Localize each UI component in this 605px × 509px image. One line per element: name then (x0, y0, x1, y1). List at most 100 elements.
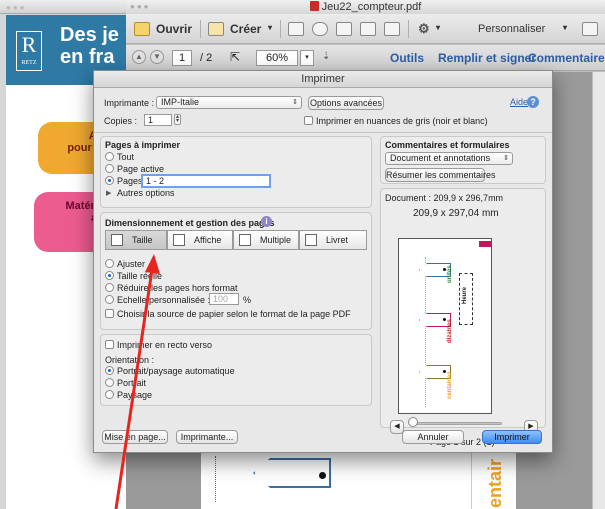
pdf-page: entair (201, 450, 516, 509)
gear-icon[interactable]: ⚙ (418, 21, 430, 37)
fill-sign-link[interactable]: Remplir et signer (438, 51, 536, 65)
save-icon[interactable] (288, 22, 304, 36)
grayscale-label: Imprimer en nuances de gris (noir et bla… (316, 116, 488, 126)
paper-source-checkbox[interactable] (105, 309, 114, 318)
actual-size-radio[interactable] (105, 271, 114, 280)
cancel-button[interactable]: Annuler (402, 430, 464, 444)
all-pages-radio[interactable] (105, 152, 114, 161)
expand-icon[interactable] (582, 22, 598, 36)
duplex-checkbox[interactable] (105, 340, 114, 349)
tab-booklet-label: Livret (326, 235, 349, 245)
print-icon[interactable] (336, 22, 352, 36)
comment-link[interactable]: Commentaire (528, 51, 605, 65)
preview-word-tens: dizaines (447, 319, 453, 343)
fit-radio[interactable] (105, 259, 114, 268)
zoom-dropdown-icon[interactable]: ▾ (300, 50, 314, 66)
summarize-comments-button[interactable]: Résumer les commentaires (385, 168, 496, 182)
create-button[interactable]: Créer (230, 22, 261, 36)
fit-label: Ajuster (117, 259, 146, 269)
next-page-icon[interactable]: ▼ (150, 50, 164, 64)
advanced-options-button[interactable]: Options avancées (308, 96, 384, 110)
copies-label: Copies : (104, 116, 138, 126)
retz-logo[interactable]: RETZ (16, 31, 42, 71)
tab-booklet[interactable]: Livret (299, 230, 367, 250)
tab-size-label: Taille (132, 235, 153, 245)
customize-button[interactable]: Personnaliser (478, 23, 545, 35)
grayscale-checkbox[interactable] (304, 116, 313, 125)
paper-source-label: Choisir la source de papier selon le for… (117, 309, 351, 319)
tools-link[interactable]: Outils (390, 51, 424, 65)
mail-icon[interactable] (384, 22, 400, 36)
chevron-down-icon[interactable]: ▾ (563, 23, 567, 32)
preview-slider-knob[interactable] (408, 417, 418, 427)
auto-orientation-label: Portrait/paysage automatique (117, 366, 235, 376)
page-word: entair (485, 458, 505, 508)
tab-poster[interactable]: Affiche (167, 230, 233, 250)
portrait-radio[interactable] (105, 378, 114, 387)
landscape-label: Paysage (117, 390, 153, 400)
pages-range-radio[interactable] (105, 176, 114, 185)
document-title: Jeu22_compteur.pdf (321, 1, 422, 13)
page-total: / 2 (200, 52, 213, 64)
tab-poster-label: Affiche (194, 235, 222, 245)
more-options-label[interactable]: Autres options (117, 188, 175, 198)
help-icon[interactable]: ? (527, 96, 539, 108)
printer-settings-button[interactable]: Imprimante... (176, 430, 238, 444)
chevron-down-icon[interactable]: ▾ (436, 23, 440, 32)
printer-label: Imprimante : (104, 98, 155, 108)
select-cursor-icon[interactable]: ⇱ (230, 50, 240, 64)
select-arrows-icon: ⇕ (292, 99, 298, 106)
preview-slider-track[interactable] (412, 422, 502, 425)
shrink-label: Réduire les pages hors format (117, 283, 238, 293)
copies-input[interactable]: 1 (144, 114, 172, 126)
tab-multiple[interactable]: Multiple (233, 230, 299, 250)
main-toolbar: Ouvrir Créer ▾ ⚙ ▾ Personnaliser ▾ (126, 14, 605, 44)
zoom-input[interactable]: 60% (256, 50, 298, 66)
help-link[interactable]: Aide (510, 97, 528, 107)
tab-size[interactable]: Taille (105, 230, 167, 250)
orientation-panel: Imprimer en recto verso Orientation : Po… (100, 334, 372, 406)
page-setup-button[interactable]: Mise en page... (102, 430, 168, 444)
info-icon[interactable]: i (261, 216, 272, 227)
toolbar-separator (408, 20, 409, 38)
cloud-icon[interactable] (312, 22, 328, 36)
edit-icon[interactable] (360, 22, 376, 36)
orientation-label: Orientation : (105, 355, 155, 365)
previous-page-icon[interactable]: ▲ (132, 50, 146, 64)
site-heading: Des je en fra (60, 24, 119, 68)
shrink-radio[interactable] (105, 283, 114, 292)
page-number-input[interactable]: 1 (172, 50, 192, 66)
comments-panel: Commentaires et formulaires Document et … (380, 136, 546, 184)
chevron-down-icon[interactable]: ⇣ (322, 51, 330, 62)
open-button[interactable]: Ouvrir (156, 22, 192, 36)
copies-stepper[interactable]: ▴ ▾ (174, 114, 181, 125)
size-icon (111, 234, 123, 246)
active-page-radio[interactable] (105, 164, 114, 173)
pdf-file-icon (309, 1, 319, 11)
all-pages-label: Tout (117, 152, 135, 162)
custom-scale-input[interactable]: 100 (209, 293, 239, 305)
toolbar-separator (200, 20, 201, 38)
print-button[interactable]: Imprimer (482, 430, 542, 444)
pages-range-input[interactable]: 1 - 2 (141, 174, 271, 188)
chevron-down-icon[interactable]: ▾ (268, 23, 272, 32)
vertical-scrollbar[interactable] (592, 72, 605, 509)
document-size: Document : 209,9 x 296,7mm (385, 193, 504, 203)
window-controls[interactable]: ●●● (6, 3, 27, 12)
page-margin-text (215, 456, 219, 502)
tab-multiple-label: Multiple (260, 235, 292, 245)
preview-dot (443, 318, 446, 321)
printer-select[interactable]: IMP-Italie ⇕ (156, 96, 302, 109)
portrait-label: Portrait (117, 378, 147, 388)
custom-scale-radio[interactable] (105, 295, 114, 304)
actual-size-label: Taille réelle (117, 271, 163, 281)
preview-word-hundreds: centaines (447, 371, 453, 399)
auto-orientation-radio[interactable] (105, 366, 114, 375)
comments-select[interactable]: Document et annotations ⇕ (385, 152, 513, 165)
disclosure-triangle-icon[interactable]: ▶ (106, 189, 111, 197)
window-controls[interactable]: ●●● (130, 0, 151, 14)
preview-corner-tag (479, 241, 491, 247)
landscape-radio[interactable] (105, 390, 114, 399)
comments-select-value: Document et annotations (390, 153, 491, 163)
paper-size: 209,9 x 297,04 mm (413, 208, 499, 219)
